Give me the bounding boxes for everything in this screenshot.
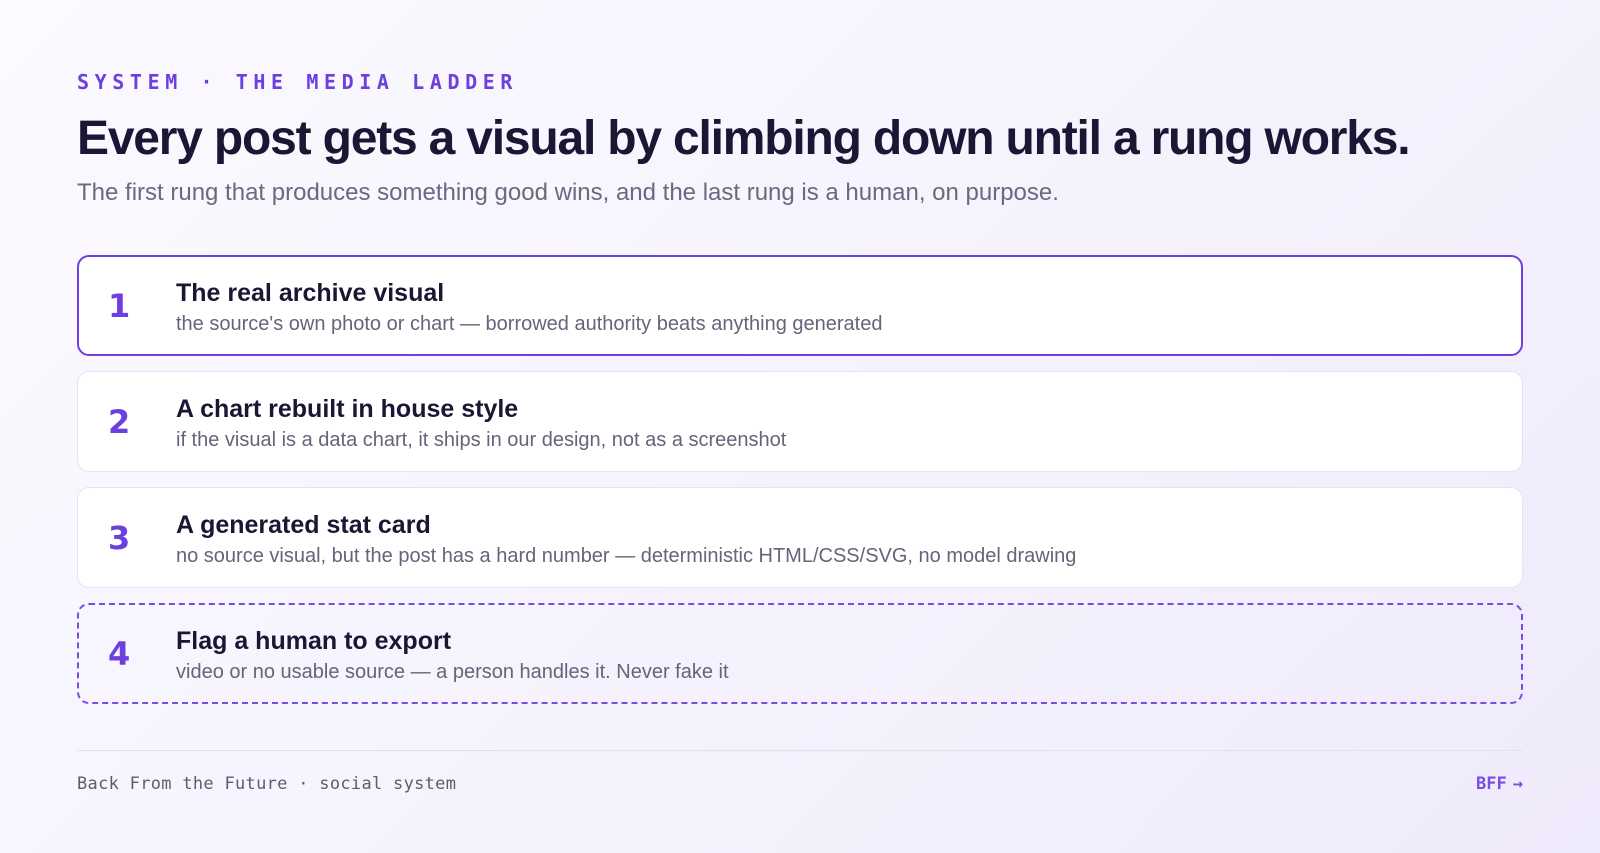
rung-description: the source's own photo or chart — borrow…: [176, 313, 883, 335]
rung-description: if the visual is a data chart, it ships …: [176, 429, 787, 451]
page-title: Every post gets a visual by climbing dow…: [77, 112, 1411, 165]
arrow-right-icon: →: [1512, 774, 1523, 794]
rung-number: 2: [108, 403, 131, 441]
ladder-rung-4: 4 Flag a human to export video or no usa…: [77, 603, 1523, 704]
footer-brand-text: Back From the Future · social system: [77, 774, 457, 794]
footer-divider: [77, 750, 1523, 751]
rung-title: A chart rebuilt in house style: [176, 395, 519, 423]
rung-title: A generated stat card: [176, 511, 431, 539]
rung-number: 1: [108, 287, 131, 325]
bff-link[interactable]: BFF →: [1476, 774, 1523, 794]
rung-description: video or no usable source — a person han…: [176, 661, 729, 683]
ladder-rung-1: 1 The real archive visual the source's o…: [77, 255, 1523, 356]
rung-description: no source visual, but the post has a har…: [176, 545, 1077, 567]
eyebrow-label: SYSTEM · THE MEDIA LADDER: [77, 70, 519, 94]
slide: SYSTEM · THE MEDIA LADDER Every post get…: [77, 0, 1523, 853]
rung-number: 4: [108, 635, 131, 673]
rung-title: The real archive visual: [176, 279, 445, 307]
media-ladder: 1 The real archive visual the source's o…: [77, 255, 1523, 719]
bff-link-label: BFF: [1476, 774, 1507, 794]
ladder-rung-2: 2 A chart rebuilt in house style if the …: [77, 371, 1523, 472]
ladder-rung-3: 3 A generated stat card no source visual…: [77, 487, 1523, 588]
rung-number: 3: [108, 519, 131, 557]
rung-title: Flag a human to export: [176, 627, 452, 655]
page-subtitle: The first rung that produces something g…: [77, 179, 1059, 206]
